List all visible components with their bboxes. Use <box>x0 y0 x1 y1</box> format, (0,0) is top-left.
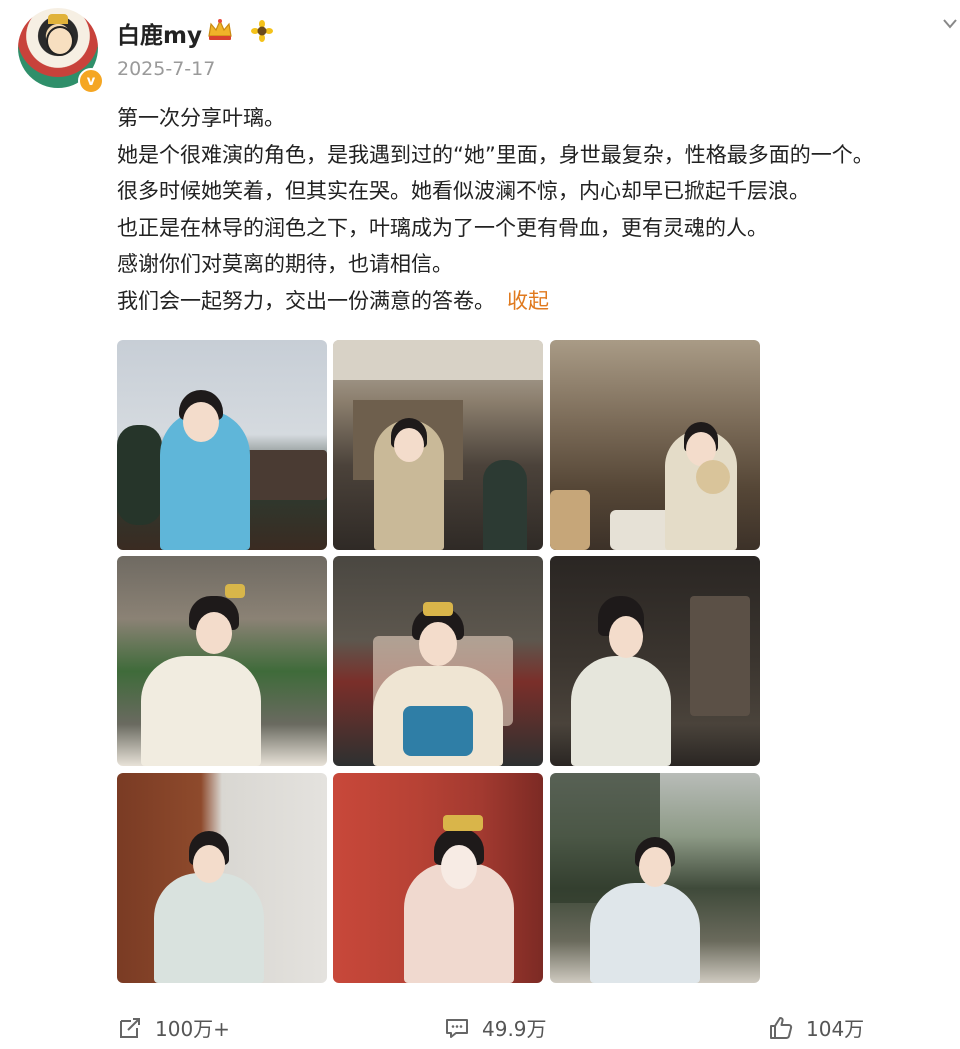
repost-count: 100万+ <box>155 1017 230 1041</box>
photo-2[interactable] <box>333 340 543 550</box>
photo-6[interactable] <box>550 556 760 766</box>
username[interactable]: 白鹿my <box>117 16 202 50</box>
post-body: 第一次分享叶璃。 她是个很难演的角色，是我遇到过的“她”里面，身世最复杂，性格最… <box>117 100 960 319</box>
like-count: 104万 <box>806 1017 865 1041</box>
crown-icon <box>208 19 232 40</box>
photo-4[interactable] <box>117 556 327 766</box>
photo-9[interactable] <box>550 773 760 983</box>
photo-8[interactable] <box>333 773 543 983</box>
avatar-face <box>46 26 74 56</box>
post-line: 她是个很难演的角色，是我遇到过的“她”里面，身世最复杂，性格最多面的一个。 <box>117 142 874 167</box>
chevron-down-icon[interactable] <box>940 14 960 34</box>
post-timestamp: 2025-7-17 <box>117 58 216 80</box>
comment-icon <box>446 1018 468 1038</box>
comment-button[interactable]: 49.9万 <box>444 1013 547 1042</box>
thumbs-up-icon <box>770 1016 793 1039</box>
photo-3[interactable] <box>550 340 760 550</box>
photo-1[interactable] <box>117 340 327 550</box>
post-line: 第一次分享叶璃。 <box>117 106 285 130</box>
post-line: 我们会一起努力，交出一份满意的答卷。 <box>117 288 495 313</box>
sunflower-icon <box>251 20 273 42</box>
post-line: 很多时候她笑着，但其实在哭。她看似波澜不惊，内心却早已掀起千层浪。 <box>117 179 810 203</box>
repost-button[interactable]: 100万+ <box>117 1013 230 1042</box>
avatar-crown-decoration <box>48 14 68 24</box>
verified-badge-icon: v <box>78 68 104 94</box>
photo-7[interactable] <box>117 773 327 983</box>
photo-5[interactable] <box>333 556 543 766</box>
collapse-link[interactable]: 收起 <box>507 289 549 313</box>
post-line-last: 我们会一起努力，交出一份满意的答卷。 收起 <box>117 283 960 320</box>
like-button[interactable]: 104万 <box>768 1013 864 1042</box>
comment-count: 49.9万 <box>482 1017 547 1041</box>
repost-icon <box>120 1017 140 1038</box>
post-line: 感谢你们对莫离的期待，也请相信。 <box>117 252 453 276</box>
post-line: 也正是在林导的润色之下，叶璃成为了一个更有骨血，更有灵魂的人。 <box>117 215 768 240</box>
action-bar: 100万+ 49.9万 104万 <box>0 1005 960 1049</box>
